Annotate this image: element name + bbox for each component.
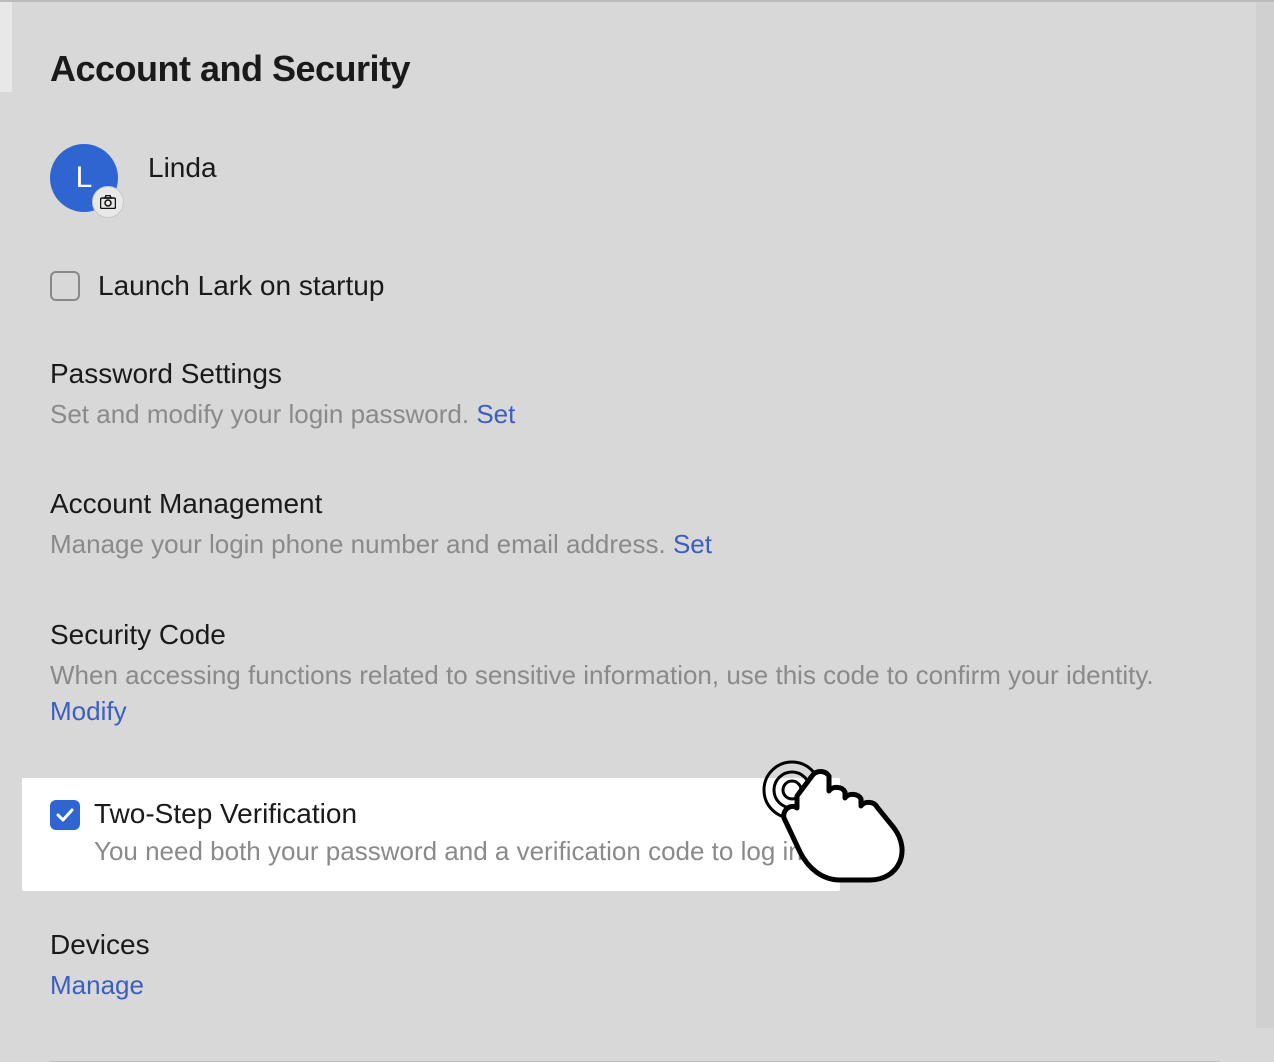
security-code-desc: When accessing functions related to sens… [50,657,1220,730]
camera-icon [100,195,116,209]
launch-on-startup-row[interactable]: Launch Lark on startup [50,270,1220,302]
two-step-desc: You need both your password and a verifi… [94,836,810,867]
avatar-initial: L [76,161,93,195]
security-code-title: Security Code [50,619,1220,651]
launch-on-startup-label: Launch Lark on startup [98,270,384,302]
security-code-section: Security Code When accessing functions r… [50,619,1220,730]
account-management-desc-text: Manage your login phone number and email… [50,529,673,559]
account-management-title: Account Management [50,488,1220,520]
page-title: Account and Security [50,2,1220,90]
devices-action-row: Manage [50,967,1220,1003]
security-code-modify-link[interactable]: Modify [50,696,127,726]
password-settings-desc-text: Set and modify your login password. [50,399,476,429]
account-management-set-link[interactable]: Set [673,529,712,559]
devices-section: Devices Manage [50,929,1220,1003]
password-settings-section: Password Settings Set and modify your lo… [50,358,1220,432]
two-step-text: Two-Step Verification You need both your… [94,800,810,867]
profile-row: L Linda [50,144,1220,212]
profile-name: Linda [148,152,217,184]
devices-title: Devices [50,929,1220,961]
vertical-scrollbar[interactable] [1256,2,1274,1028]
password-settings-desc: Set and modify your login password. Set [50,396,1220,432]
avatar-camera-button[interactable] [92,186,124,218]
security-code-desc-text: When accessing functions related to sens… [50,660,1154,690]
password-settings-set-link[interactable]: Set [476,399,515,429]
two-step-title: Two-Step Verification [94,798,810,830]
account-management-desc: Manage your login phone number and email… [50,526,1220,562]
two-step-row[interactable]: Two-Step Verification You need both your… [50,800,812,867]
check-icon [56,808,74,822]
two-step-verification-card: Two-Step Verification You need both your… [22,778,840,891]
launch-on-startup-checkbox[interactable] [50,271,80,301]
avatar-container[interactable]: L [50,144,118,212]
password-settings-title: Password Settings [50,358,1220,390]
settings-panel: Account and Security L Linda Launch Lark… [0,0,1274,1028]
two-step-checkbox[interactable] [50,800,80,830]
devices-manage-link[interactable]: Manage [50,970,144,1000]
account-management-section: Account Management Manage your login pho… [50,488,1220,562]
left-gutter [0,2,12,92]
content-area: Account and Security L Linda Launch Lark… [14,2,1256,1028]
